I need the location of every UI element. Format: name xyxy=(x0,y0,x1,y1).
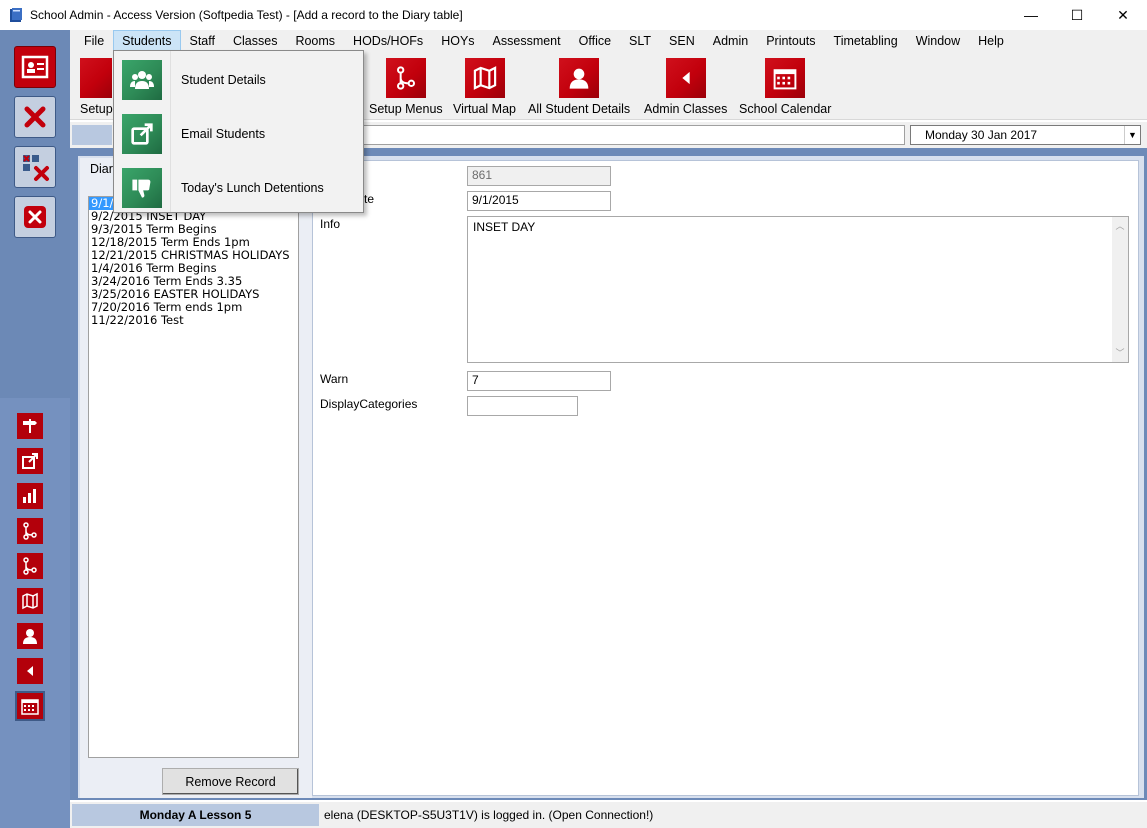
menu-assessment[interactable]: Assessment xyxy=(484,30,570,52)
id-card-icon xyxy=(21,55,49,79)
menu-file[interactable]: File xyxy=(75,30,113,52)
external-link-icon xyxy=(22,453,38,469)
list-item[interactable]: 11/22/2016 Test xyxy=(89,314,298,327)
diary-list[interactable]: 9/1/ 9/2/2015 INSET DAY 9/3/2015 Term Be… xyxy=(88,196,299,758)
tool-virtual-map[interactable]: Virtual Map xyxy=(453,58,516,116)
date-select-value: Monday 30 Jan 2017 xyxy=(925,128,1038,142)
menu-item-email-students[interactable]: Email Students xyxy=(114,107,363,161)
menu-window[interactable]: Window xyxy=(907,30,969,52)
signpost-icon xyxy=(23,419,37,433)
id-card-button[interactable] xyxy=(14,46,56,88)
date-label: te xyxy=(364,192,375,206)
tool-school-calendar[interactable]: School Calendar xyxy=(739,58,831,116)
window-title: School Admin - Access Version (Softpedia… xyxy=(30,8,463,22)
menu-hoys[interactable]: HOYs xyxy=(432,30,483,52)
tool-setup[interactable]: Setup xyxy=(80,58,113,116)
display-categories-label: DisplayCategories xyxy=(320,397,418,411)
menu-hods-hofs[interactable]: HODs/HOFs xyxy=(344,30,432,52)
display-categories-field[interactable] xyxy=(467,396,578,416)
back-arrow-icon xyxy=(27,666,33,676)
calendar-icon xyxy=(765,58,806,98)
group-icon xyxy=(122,60,162,100)
user-icon xyxy=(559,58,600,98)
close-button[interactable]: ✕ xyxy=(1100,0,1146,30)
map-icon xyxy=(464,58,505,98)
close-box-icon xyxy=(24,206,46,228)
menu-bar: File Students Staff Classes Rooms HODs/H… xyxy=(70,30,1147,52)
bar-chart-icon xyxy=(23,489,36,503)
menu-staff[interactable]: Staff xyxy=(181,30,224,52)
scroll-down-icon[interactable]: ﹀ xyxy=(1112,346,1128,360)
app-book-icon xyxy=(10,8,22,22)
info-textarea[interactable]: INSET DAY ︿ ﹀ xyxy=(467,216,1129,363)
tool-setup-menus[interactable]: Setup Menus xyxy=(369,58,443,116)
signpost-button[interactable] xyxy=(17,413,43,439)
menu-help[interactable]: Help xyxy=(969,30,1013,52)
external-link-button[interactable] xyxy=(17,448,43,474)
id-field: 861 xyxy=(467,166,611,186)
calendar-icon xyxy=(21,699,39,715)
diary-panel-title: Diar xyxy=(90,162,113,176)
tool-admin-classes[interactable]: Admin Classes xyxy=(644,58,727,116)
grid-delete-icon xyxy=(23,155,49,181)
scroll-up-icon[interactable]: ︿ xyxy=(1112,219,1128,233)
map-button[interactable] xyxy=(17,588,43,614)
x-icon xyxy=(24,106,46,128)
tool-all-student-details[interactable]: All Student Details xyxy=(528,58,630,116)
flow-button-2[interactable] xyxy=(17,553,43,579)
menu-item-lunch-detentions[interactable]: Today's Lunch Detentions xyxy=(114,161,363,215)
chart-button[interactable] xyxy=(17,483,43,509)
lesson-status: Monday A Lesson 5 xyxy=(72,804,319,826)
date-field[interactable]: 9/1/2015 xyxy=(467,191,611,211)
flow-icon xyxy=(385,58,426,98)
left-sidebar xyxy=(0,30,70,828)
map-icon xyxy=(22,592,38,610)
info-text: INSET DAY xyxy=(473,220,536,234)
menu-timetabling[interactable]: Timetabling xyxy=(825,30,907,52)
minimize-button[interactable]: — xyxy=(1008,0,1054,30)
scrollbar[interactable]: ︿ ﹀ xyxy=(1112,217,1128,362)
status-bar: Monday A Lesson 5 elena (DESKTOP-S5U3T1V… xyxy=(70,802,1147,828)
user-icon xyxy=(23,629,37,644)
info-label: Info xyxy=(320,217,341,231)
menu-slt[interactable]: SLT xyxy=(620,30,660,52)
thumbs-down-icon xyxy=(122,168,162,208)
warn-field[interactable]: 7 xyxy=(467,371,611,391)
calendar-button[interactable] xyxy=(15,691,45,721)
flow-icon xyxy=(23,557,37,575)
menu-item-student-details[interactable]: Student Details xyxy=(114,53,363,107)
connection-status: elena (DESKTOP-S5U3T1V) is logged in. (O… xyxy=(324,808,654,822)
menu-sen[interactable]: SEN xyxy=(660,30,704,52)
menu-students[interactable]: Students xyxy=(113,30,181,52)
date-select[interactable]: Monday 30 Jan 2017 ▼ xyxy=(910,125,1141,145)
delete-button[interactable] xyxy=(14,96,56,138)
remove-record-button[interactable]: Remove Record xyxy=(162,768,299,795)
menu-printouts[interactable]: Printouts xyxy=(757,30,824,52)
close-form-button[interactable] xyxy=(14,196,56,238)
flow-icon xyxy=(23,522,37,540)
maximize-button[interactable]: ☐ xyxy=(1054,0,1100,30)
external-link-icon xyxy=(122,114,162,154)
title-bar: School Admin - Access Version (Softpedia… xyxy=(0,0,1147,30)
setup-icon xyxy=(80,58,113,98)
menu-office[interactable]: Office xyxy=(570,30,620,52)
flow-button-1[interactable] xyxy=(17,518,43,544)
students-dropdown-menu: Student Details Email Students Today's L… xyxy=(113,50,364,213)
back-arrow-icon xyxy=(665,58,706,98)
info-field[interactable] xyxy=(360,125,905,145)
user-button[interactable] xyxy=(17,623,43,649)
delete-records-button[interactable] xyxy=(14,146,56,188)
back-button[interactable] xyxy=(17,658,43,684)
chevron-down-icon[interactable]: ▼ xyxy=(1124,126,1140,144)
warn-label: Warn xyxy=(320,372,349,386)
menu-classes[interactable]: Classes xyxy=(224,30,286,52)
menu-rooms[interactable]: Rooms xyxy=(286,30,344,52)
menu-admin[interactable]: Admin xyxy=(704,30,757,52)
